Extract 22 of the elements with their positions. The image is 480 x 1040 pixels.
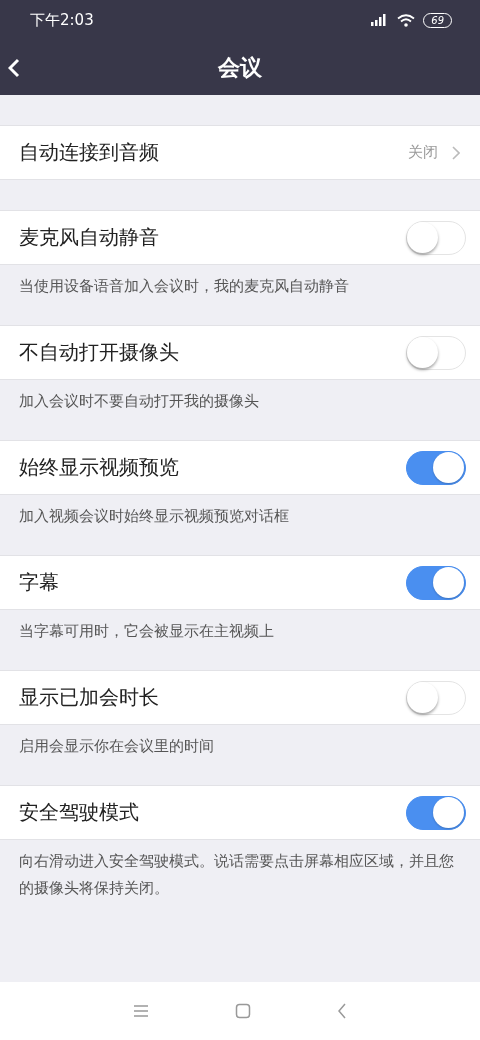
setting-label: 显示已加会时长 [19, 684, 159, 711]
chevron-icon [452, 145, 460, 160]
status-time: 下午2:03 [30, 10, 94, 30]
setting-description: 加入视频会议时始终显示视频预览对话框 [19, 507, 289, 525]
toggle-switch[interactable] [406, 450, 466, 485]
setting-label: 不自动打开摄像头 [19, 339, 179, 366]
menu-icon[interactable] [133, 1004, 149, 1018]
toggle-switch[interactable] [406, 565, 466, 600]
setting-label: 安全驾驶模式 [19, 799, 139, 826]
settings-row[interactable]: 自动连接到音频 关闭 [0, 125, 480, 180]
setting-label: 字幕 [19, 569, 59, 596]
setting-label: 麦克风自动静音 [19, 224, 159, 251]
page-title: 会议 [218, 53, 262, 82]
home-icon[interactable] [235, 1003, 251, 1019]
setting-label: 始终显示视频预览 [19, 454, 179, 481]
setting-description: 当使用设备语音加入会议时，我的麦克风自动静音 [19, 277, 349, 295]
setting-description: 向右滑动进入安全驾驶模式。说话需要点击屏幕相应区域，并且您的摄像头将保持关闭。 [19, 852, 454, 897]
setting-description: 当字幕可用时，它会被显示在主视频上 [19, 622, 274, 640]
setting-description: 启用会显示你在会议里的时间 [19, 737, 214, 755]
wifi-icon [397, 13, 416, 27]
setting-description: 加入会议时不要自动打开我的摄像头 [19, 392, 259, 410]
toggle-switch[interactable] [406, 795, 466, 830]
